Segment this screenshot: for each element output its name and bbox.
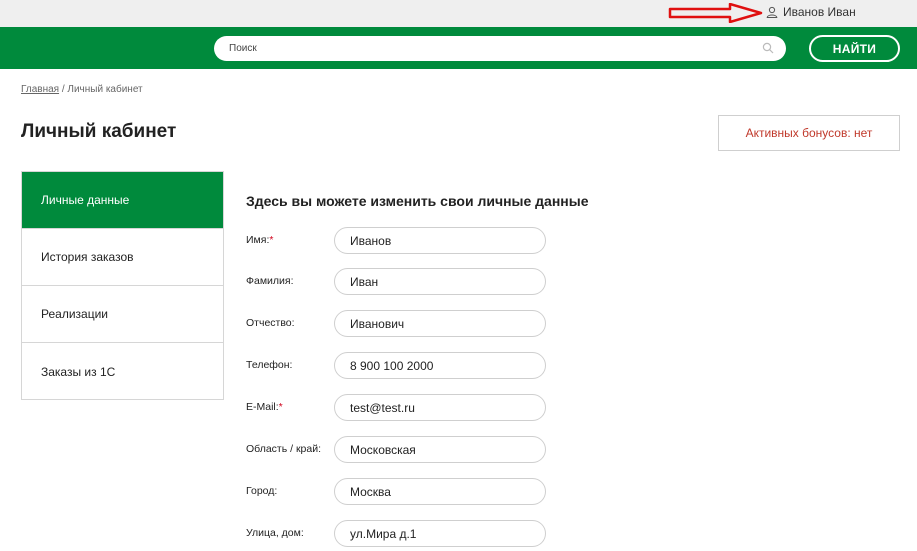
form-row-phone: Телефон: xyxy=(246,352,556,380)
bonus-status-text: Активных бонусов: нет xyxy=(745,126,873,140)
field-label: Имя:* xyxy=(246,234,274,246)
patronymic-input[interactable] xyxy=(334,310,546,337)
email-input[interactable] xyxy=(334,394,546,421)
city-input[interactable] xyxy=(334,478,546,505)
bonus-status: Активных бонусов: нет xyxy=(718,115,900,151)
breadcrumb: Главная / Личный кабинет xyxy=(21,84,143,95)
field-label: E-Mail:* xyxy=(246,401,283,413)
find-button[interactable]: НАЙТИ xyxy=(809,35,900,62)
form-row-region: Область / край: xyxy=(246,436,556,464)
red-arrow-annotation-icon xyxy=(668,3,763,23)
field-label: Телефон: xyxy=(246,359,293,371)
breadcrumb-home-link[interactable]: Главная xyxy=(21,84,59,95)
page-title: Личный кабинет xyxy=(21,121,177,142)
form-row-email: E-Mail:* xyxy=(246,394,556,422)
form-row-street: Улица, дом: xyxy=(246,520,556,548)
sidebar-item-personal-data[interactable]: Личные данные xyxy=(22,172,223,229)
user-account-link[interactable]: Иванов Иван xyxy=(766,4,856,20)
form-row-patronymic: Отчество: xyxy=(246,310,556,338)
required-mark: * xyxy=(278,401,283,413)
field-label: Улица, дом: xyxy=(246,527,304,539)
field-label: Город: xyxy=(246,485,278,497)
sidebar-menu: Личные данные История заказов Реализации… xyxy=(21,171,224,400)
region-input[interactable] xyxy=(334,436,546,463)
breadcrumb-current: Личный кабинет xyxy=(67,84,143,95)
last-name-input[interactable] xyxy=(334,268,546,295)
form-row-first-name: Имя:* xyxy=(246,227,556,255)
sidebar-item-sales[interactable]: Реализации xyxy=(22,286,223,343)
sidebar-item-label: История заказов xyxy=(41,250,134,264)
sidebar-item-order-history[interactable]: История заказов xyxy=(22,229,223,286)
first-name-input[interactable] xyxy=(334,227,546,254)
form-row-last-name: Фамилия: xyxy=(246,268,556,296)
sidebar-item-label: Реализации xyxy=(41,307,108,321)
form-row-city: Город: xyxy=(246,478,556,506)
phone-input[interactable] xyxy=(334,352,546,379)
sidebar-item-orders-1c[interactable]: Заказы из 1С xyxy=(22,343,223,400)
field-label: Область / край: xyxy=(246,443,322,455)
required-mark: * xyxy=(269,234,274,246)
field-label: Отчество: xyxy=(246,317,295,329)
sidebar-item-label: Личные данные xyxy=(41,193,130,207)
user-name: Иванов Иван xyxy=(783,5,856,19)
field-label: Фамилия: xyxy=(246,275,294,287)
search-icon[interactable] xyxy=(762,42,774,54)
sidebar-item-label: Заказы из 1С xyxy=(41,364,116,379)
street-input[interactable] xyxy=(334,520,546,547)
form-heading: Здесь вы можете изменить свои личные дан… xyxy=(246,193,589,209)
search-box xyxy=(214,36,786,61)
user-icon xyxy=(766,6,778,18)
search-input[interactable] xyxy=(229,38,749,59)
